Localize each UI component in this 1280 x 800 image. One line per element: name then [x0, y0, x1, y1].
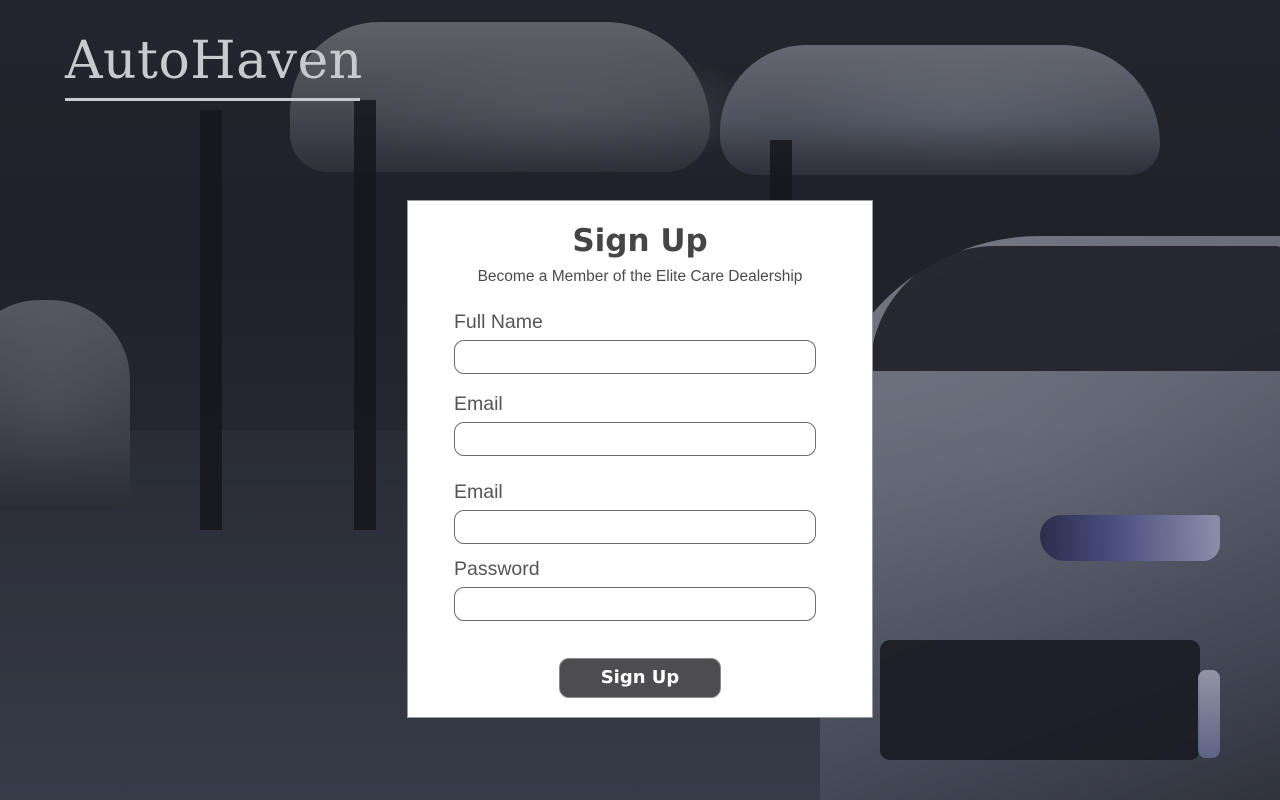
full-name-input[interactable]	[454, 340, 816, 374]
brand-logo[interactable]: AutoHaven	[65, 30, 363, 101]
signup-title: Sign Up	[572, 223, 708, 259]
signup-subtitle: Become a Member of the Elite Care Dealer…	[477, 268, 803, 285]
full-name-label: Full Name	[454, 311, 543, 333]
brand-logo-text: AutoHaven	[65, 31, 363, 91]
email-label: Email	[454, 393, 503, 415]
page: AutoHaven Sign Up Become a Member of the…	[0, 0, 1280, 800]
confirm-email-label: Email	[454, 481, 503, 503]
confirm-email-input[interactable]	[454, 510, 816, 544]
password-input[interactable]	[454, 587, 816, 621]
email-input[interactable]	[454, 422, 816, 456]
brand-logo-underline	[65, 98, 360, 101]
password-label: Password	[454, 558, 540, 580]
signup-card: Sign Up Become a Member of the Elite Car…	[407, 200, 873, 718]
sign-up-button[interactable]: Sign Up	[559, 658, 721, 698]
